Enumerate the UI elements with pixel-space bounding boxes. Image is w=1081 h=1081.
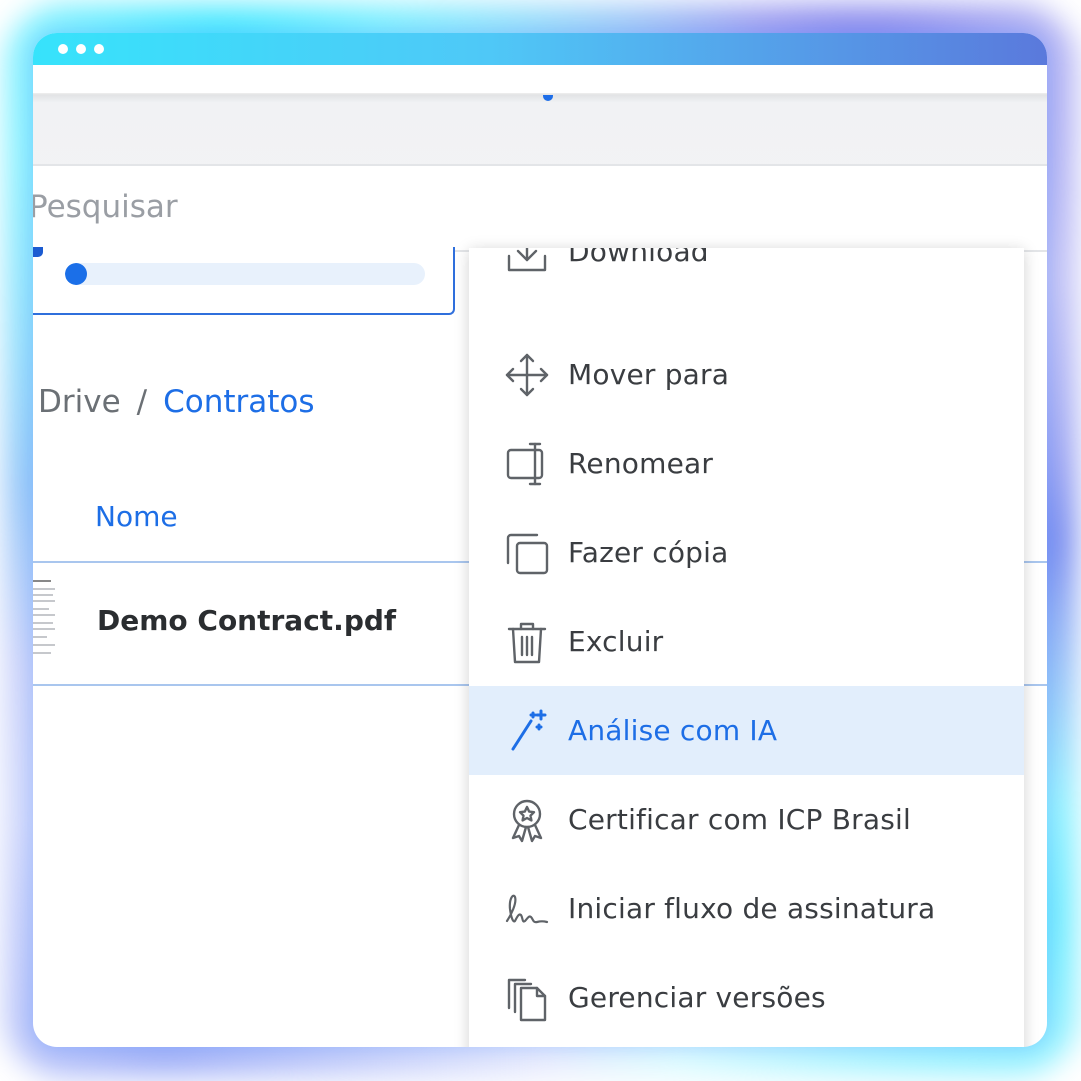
storage-card: [33, 247, 455, 315]
window-dot[interactable]: [58, 44, 68, 54]
download-icon: [503, 248, 551, 276]
versions-icon: [503, 974, 551, 1022]
menu-item-label: Fazer cópia: [568, 535, 729, 569]
menu-item-rename[interactable]: Renomear: [469, 419, 1024, 508]
search-input[interactable]: [33, 180, 831, 234]
menu-item-ai-analysis[interactable]: Análise com IA: [469, 686, 1024, 775]
file-name[interactable]: Demo Contract.pdf: [97, 604, 396, 637]
certificate-badge-icon: [503, 796, 551, 844]
menu-item-download[interactable]: Download: [469, 248, 1024, 296]
context-menu: Download Mover para Renomear Fazer cópia…: [469, 248, 1024, 1047]
app-window: Drive / Contratos Nome Demo Contract.pdf D…: [33, 33, 1047, 1047]
menu-item-label: Iniciar fluxo de assinatura: [568, 891, 936, 925]
window-dots: [58, 44, 104, 54]
window-dot[interactable]: [94, 44, 104, 54]
window-dot[interactable]: [76, 44, 86, 54]
breadcrumb: Drive / Contratos: [38, 384, 315, 420]
rename-icon: [503, 440, 551, 488]
title-bar: [33, 33, 1047, 65]
menu-item-start-signature-flow[interactable]: Iniciar fluxo de assinatura: [469, 864, 1024, 953]
menu-item-move[interactable]: Mover para: [469, 330, 1024, 419]
menu-item-label: Mover para: [568, 357, 730, 391]
menu-item-label: Certificar com ICP Brasil: [568, 802, 911, 836]
storage-progress-bar: [65, 263, 425, 285]
menu-item-label: Excluir: [568, 624, 664, 658]
breadcrumb-root[interactable]: Drive: [38, 384, 121, 420]
breadcrumb-separator: /: [136, 384, 148, 420]
pdf-thumbnail-icon[interactable]: [33, 576, 55, 660]
storage-card-marker: [33, 247, 43, 257]
move-icon: [503, 351, 551, 399]
menu-item-label: Análise com IA: [568, 713, 778, 747]
copy-icon: [503, 529, 551, 577]
search-bar: [33, 164, 1047, 252]
menu-item-cutoff[interactable]: [469, 1042, 1024, 1047]
menu-item-manage-versions[interactable]: Gerenciar versões: [469, 953, 1024, 1042]
menu-item-delete[interactable]: Excluir: [469, 597, 1024, 686]
signature-icon: [503, 885, 551, 933]
column-header-name[interactable]: Nome: [95, 500, 178, 533]
magic-wand-icon: [503, 707, 551, 755]
menu-item-copy[interactable]: Fazer cópia: [469, 508, 1024, 597]
trash-icon: [503, 618, 551, 666]
storage-progress-fill: [65, 263, 87, 285]
menu-item-label: Renomear: [568, 446, 714, 480]
breadcrumb-current[interactable]: Contratos: [163, 384, 314, 420]
menu-item-certify-icp[interactable]: Certificar com ICP Brasil: [469, 775, 1024, 864]
menu-item-label: Download: [568, 248, 709, 268]
toolbar-shadow: [33, 93, 1047, 103]
menu-item-label: Gerenciar versões: [568, 980, 826, 1014]
